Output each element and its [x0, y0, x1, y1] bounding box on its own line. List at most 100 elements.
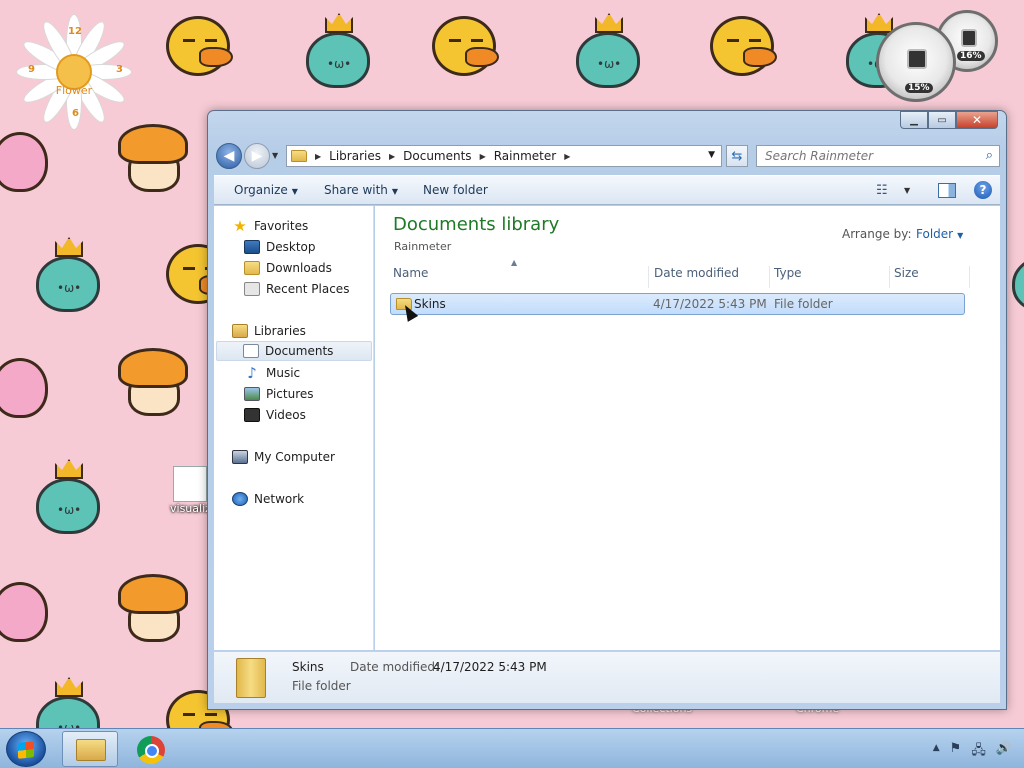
chevron-right-icon[interactable]: ▶	[480, 152, 486, 161]
action-center-icon[interactable]: ⚑	[950, 741, 962, 763]
minimize-button[interactable]: ▁	[900, 111, 928, 129]
change-view-icon[interactable]: ☷	[876, 183, 888, 198]
arrow-right-icon: ▶	[251, 148, 263, 164]
address-history-dropdown[interactable]: ▼	[708, 150, 715, 160]
folder-icon	[236, 658, 266, 698]
recent-pages-dropdown[interactable]: ▼	[272, 151, 278, 160]
nav-item-label: Favorites	[254, 219, 309, 233]
nav-item-label: Desktop	[266, 240, 316, 254]
flower-clock-gadget[interactable]: 12 3 6 9 Flower	[12, 10, 136, 134]
clock-number-6: 6	[72, 108, 79, 119]
show-hidden-icons-icon[interactable]: ▲	[933, 741, 940, 763]
clock-number-12: 12	[68, 26, 82, 37]
network-icon[interactable]: 🖧	[971, 741, 986, 763]
windows-logo-icon	[18, 741, 34, 759]
clock-gadget-label: Flower	[55, 84, 93, 97]
wallpaper-slime: •ω•	[36, 677, 100, 728]
network-icon	[232, 492, 248, 506]
volume-icon[interactable]: 🔊	[996, 741, 1012, 763]
nav-item-network[interactable]: Network	[232, 489, 304, 509]
nav-item-label: Network	[254, 492, 305, 506]
table-row[interactable]: Skins 4/17/2022 5:43 PM File folder	[390, 293, 965, 322]
library-title: Documents library	[393, 214, 560, 235]
desktop-file-label: visualiz	[170, 502, 211, 515]
library-subtitle: Rainmeter	[394, 240, 452, 253]
organize-button[interactable]: Organize ▼	[234, 183, 298, 197]
nav-item-documents[interactable]: Documents	[216, 341, 372, 361]
wallpaper-chick	[710, 16, 777, 76]
file-type: File folder	[774, 297, 833, 311]
pictures-icon	[244, 387, 260, 401]
details-pane: Skins File folder Date modified: 4/17/20…	[214, 651, 1000, 703]
navigation-pane: ★ Favorites Desktop Downloads Recent Plac…	[214, 206, 374, 650]
close-button[interactable]: ✕	[956, 111, 998, 129]
search-box[interactable]: ⌕	[756, 145, 1000, 167]
maximize-button[interactable]: ▭	[928, 111, 956, 129]
chevron-right-icon[interactable]: ▶	[389, 152, 395, 161]
desktop-file-icon[interactable]: visualiz	[170, 466, 211, 522]
new-folder-button[interactable]: New folder	[423, 183, 488, 197]
clock-number-3: 3	[116, 64, 123, 75]
address-bar[interactable]: ▶ Libraries ▶ Documents ▶ Rainmeter ▶ ▼	[286, 145, 722, 167]
cpu-meter-gadget[interactable]: 16% 15%	[874, 10, 1024, 106]
arrange-by-dropdown[interactable]: Folder ▼	[916, 227, 963, 241]
taskbar-explorer-button[interactable]	[62, 731, 118, 767]
chevron-down-icon: ▼	[291, 187, 298, 196]
nav-item-label: Videos	[266, 408, 306, 422]
chevron-right-icon[interactable]: ▶	[564, 152, 570, 161]
chevron-down-icon: ▼	[391, 187, 399, 196]
file-date-modified: 4/17/2022 5:43 PM	[653, 297, 767, 311]
document-icon	[173, 466, 207, 502]
column-header-size[interactable]: Size	[890, 266, 970, 288]
refresh-button[interactable]: ⇆	[726, 145, 748, 167]
nav-item-downloads[interactable]: Downloads	[244, 258, 332, 278]
back-button[interactable]: ◀	[216, 143, 242, 169]
file-list-pane: Documents library Rainmeter Arrange by: …	[375, 206, 1000, 650]
share-with-button[interactable]: Share with ▼	[324, 183, 398, 197]
nav-item-pictures[interactable]: Pictures	[244, 384, 314, 404]
nav-item-label: Recent Places	[266, 282, 350, 296]
libraries-icon	[232, 324, 248, 338]
search-input[interactable]	[765, 149, 975, 163]
nav-item-label: Pictures	[266, 387, 314, 401]
breadcrumb-documents[interactable]: Documents	[403, 149, 471, 163]
nav-item-my-computer[interactable]: My Computer	[232, 447, 335, 467]
breadcrumb-rainmeter[interactable]: Rainmeter	[494, 149, 556, 163]
nav-item-label: My Computer	[254, 450, 335, 464]
nav-item-label: Music	[266, 366, 301, 380]
breadcrumb-libraries[interactable]: Libraries	[329, 149, 381, 163]
wallpaper-slime: •ω•	[306, 13, 370, 88]
nav-item-libraries[interactable]: Libraries	[232, 321, 306, 341]
videos-icon	[244, 408, 260, 422]
nav-item-label: Downloads	[266, 261, 332, 275]
preview-pane-icon[interactable]	[938, 183, 956, 198]
navigation-bar: ◀ ▶ ▼ ▶ Libraries ▶ Documents ▶ Rainmete…	[216, 143, 1000, 169]
arrange-by-label: Arrange by:	[842, 227, 912, 241]
clock-number-9: 9	[28, 64, 35, 75]
column-header-name[interactable]: Name	[389, 266, 649, 288]
nav-item-videos[interactable]: Videos	[244, 405, 306, 425]
column-header-type[interactable]: Type	[770, 266, 890, 288]
forward-button[interactable]: ▶	[244, 143, 270, 169]
view-options-dropdown[interactable]: ▼	[904, 186, 910, 195]
chevron-right-icon[interactable]: ▶	[315, 152, 321, 161]
wallpaper-blob	[0, 582, 48, 642]
folder-icon	[291, 150, 307, 162]
taskbar-chrome-button[interactable]	[122, 731, 178, 767]
memory-gauge-value: 16%	[957, 51, 985, 61]
folder-icon	[76, 739, 106, 761]
wallpaper-slime: •ω•	[36, 237, 100, 312]
cpu-gauge-value: 15%	[905, 83, 933, 93]
nav-item-desktop[interactable]: Desktop	[244, 237, 316, 257]
column-header-date-modified[interactable]: Date modified	[650, 266, 770, 288]
chrome-icon	[137, 736, 165, 764]
explorer-window: ▁ ▭ ✕ ◀ ▶ ▼ ▶ Libraries ▶ Documents ▶ Ra…	[207, 110, 1007, 710]
nav-item-favorites[interactable]: ★ Favorites	[232, 216, 308, 236]
wallpaper-chick	[166, 16, 233, 76]
search-icon[interactable]: ⌕	[986, 148, 993, 163]
start-button[interactable]	[6, 731, 46, 767]
help-icon[interactable]: ?	[974, 181, 992, 199]
nav-item-recent-places[interactable]: Recent Places	[244, 279, 349, 299]
memory-chip-icon	[961, 29, 977, 47]
nav-item-music[interactable]: ♪ Music	[244, 363, 300, 383]
